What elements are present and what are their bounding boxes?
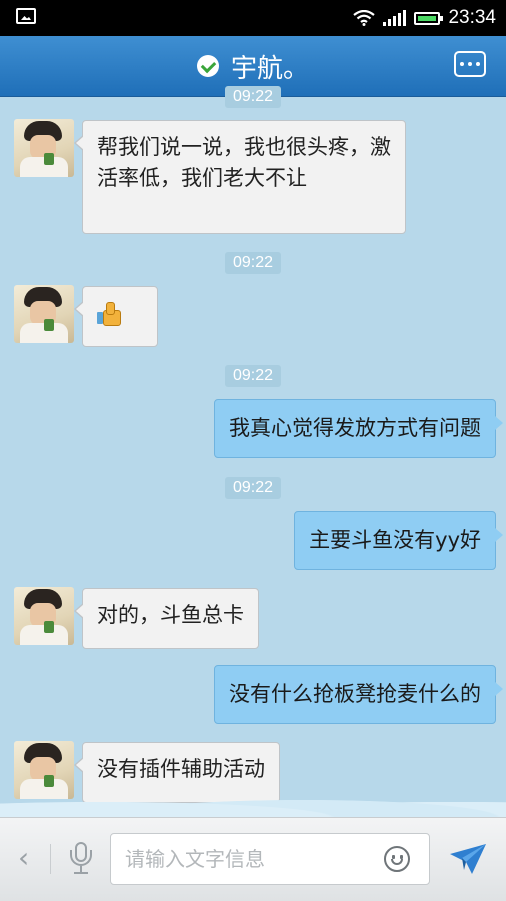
contact-avatar[interactable] — [14, 587, 74, 645]
message-bubble-outgoing[interactable]: 没有什么抢板凳抢麦什么的 — [214, 665, 503, 724]
timestamp: 09:22 — [225, 86, 281, 108]
emoji-icon[interactable] — [384, 846, 410, 872]
battery-icon — [414, 11, 444, 25]
timestamp: 09:22 — [225, 477, 281, 499]
message-list[interactable]: 09:22 帮我们说一说，我也很头疼，激活率低，我们老大不让 09:22 09:… — [0, 86, 506, 817]
thumbs-up-icon — [97, 301, 121, 326]
status-time: 23:34 — [448, 7, 496, 28]
timestamp: 09:22 — [225, 365, 281, 387]
input-bar: ‹ — [0, 817, 506, 901]
contact-avatar[interactable] — [14, 285, 74, 343]
signal-icon — [383, 10, 407, 26]
contact-avatar[interactable] — [14, 119, 74, 177]
message-bubble[interactable]: 对的，斗鱼总卡 — [74, 588, 259, 649]
status-bar: 23:34 — [0, 0, 506, 36]
timestamp: 09:22 — [225, 252, 281, 274]
message-input[interactable] — [110, 833, 430, 885]
online-status-icon — [196, 55, 219, 77]
send-icon[interactable] — [448, 840, 488, 878]
background-clouds — [0, 790, 506, 818]
message-bubble-outgoing[interactable]: 主要斗鱼没有yy好 — [294, 511, 503, 570]
divider — [50, 844, 51, 874]
message-bubble[interactable]: 帮我们说一说，我也很头疼，激活率低，我们老大不让 — [74, 120, 406, 234]
wifi-icon — [353, 10, 376, 26]
image-notification-icon — [16, 8, 36, 24]
chevron-left-icon[interactable]: ‹ — [18, 844, 30, 872]
chat-menu-button[interactable] — [454, 51, 486, 77]
message-bubble-outgoing[interactable]: 我真心觉得发放方式有问题 — [214, 399, 503, 458]
microphone-icon[interactable] — [68, 842, 94, 876]
contact-name[interactable]: 宇航。 — [231, 48, 309, 85]
message-bubble[interactable] — [74, 286, 158, 347]
